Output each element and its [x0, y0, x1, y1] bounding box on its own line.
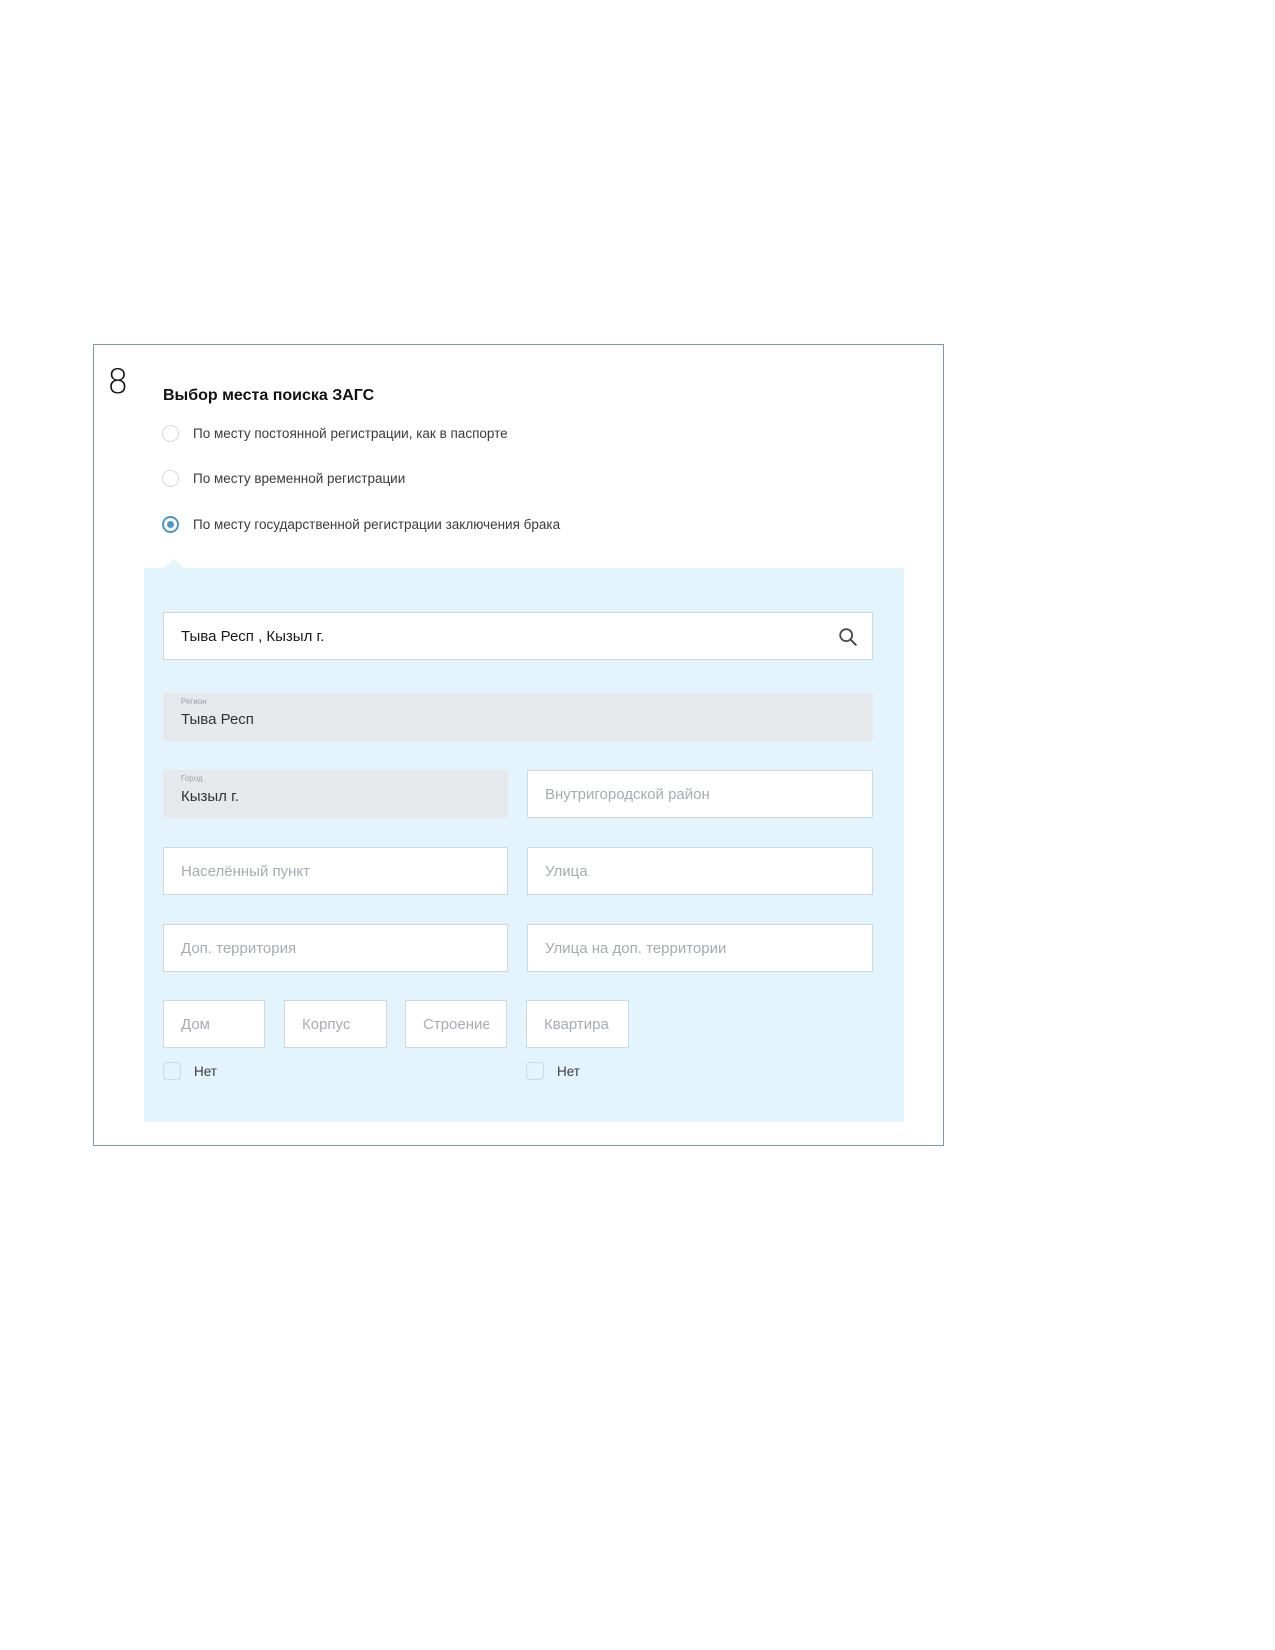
step-number: 8: [107, 362, 129, 402]
district-input[interactable]: [528, 771, 872, 817]
street-field[interactable]: [527, 847, 873, 895]
radio-permanent-registration-label: По месту постоянной регистрации, как в п…: [193, 425, 508, 441]
radio-temporary-registration-label: По месту временной регистрации: [193, 470, 406, 486]
no-house-checkbox-row[interactable]: Нет: [163, 1061, 217, 1081]
radio-permanent-registration[interactable]: По месту постоянной регистрации, как в п…: [162, 423, 508, 443]
radio-permanent-registration-indicator[interactable]: [162, 424, 179, 442]
radio-temporary-registration-indicator[interactable]: [162, 469, 179, 487]
district-field[interactable]: [527, 770, 873, 818]
structure-input[interactable]: [406, 1001, 506, 1047]
panel-pointer: [164, 559, 184, 568]
settlement-field[interactable]: [163, 847, 508, 895]
no-apartment-checkbox-row[interactable]: Нет: [526, 1061, 580, 1081]
no-apartment-checkbox[interactable]: [526, 1062, 544, 1080]
region-label: Регион: [181, 697, 207, 706]
house-field[interactable]: [163, 1000, 265, 1048]
extra-street-input[interactable]: [528, 925, 872, 971]
extra-street-field[interactable]: [527, 924, 873, 972]
extra-territory-input[interactable]: [164, 925, 507, 971]
no-house-label: Нет: [194, 1063, 217, 1079]
no-house-checkbox[interactable]: [163, 1062, 181, 1080]
zags-search-section: 8 Выбор места поиска ЗАГС По месту посто…: [93, 344, 944, 1146]
radio-marriage-registration-label: По месту государственной регистрации зак…: [193, 516, 561, 532]
section-title: Выбор места поиска ЗАГС: [163, 387, 375, 404]
building-field[interactable]: [284, 1000, 387, 1048]
city-value: Кызыл г.: [181, 788, 239, 805]
city-field: Город Кызыл г.: [163, 770, 508, 818]
house-input[interactable]: [164, 1001, 264, 1047]
search-icon[interactable]: [837, 626, 859, 648]
apartment-input[interactable]: [527, 1001, 628, 1047]
extra-territory-field[interactable]: [163, 924, 508, 972]
radio-marriage-registration[interactable]: По месту государственной регистрации зак…: [162, 514, 560, 534]
region-value: Тыва Респ: [181, 711, 254, 728]
structure-field[interactable]: [405, 1000, 507, 1048]
apartment-field[interactable]: [526, 1000, 629, 1048]
region-field: Регион Тыва Респ: [163, 693, 873, 741]
settlement-input[interactable]: [164, 848, 507, 894]
address-search-field[interactable]: [163, 612, 873, 660]
address-search-input[interactable]: [164, 613, 872, 659]
building-input[interactable]: [285, 1001, 386, 1047]
radio-marriage-registration-indicator[interactable]: [162, 515, 179, 533]
address-panel: Регион Тыва Респ Город Кызыл г.: [144, 559, 904, 1122]
no-apartment-label: Нет: [557, 1063, 580, 1079]
radio-temporary-registration[interactable]: По месту временной регистрации: [162, 468, 405, 488]
city-label: Город: [181, 774, 203, 783]
street-input[interactable]: [528, 848, 872, 894]
